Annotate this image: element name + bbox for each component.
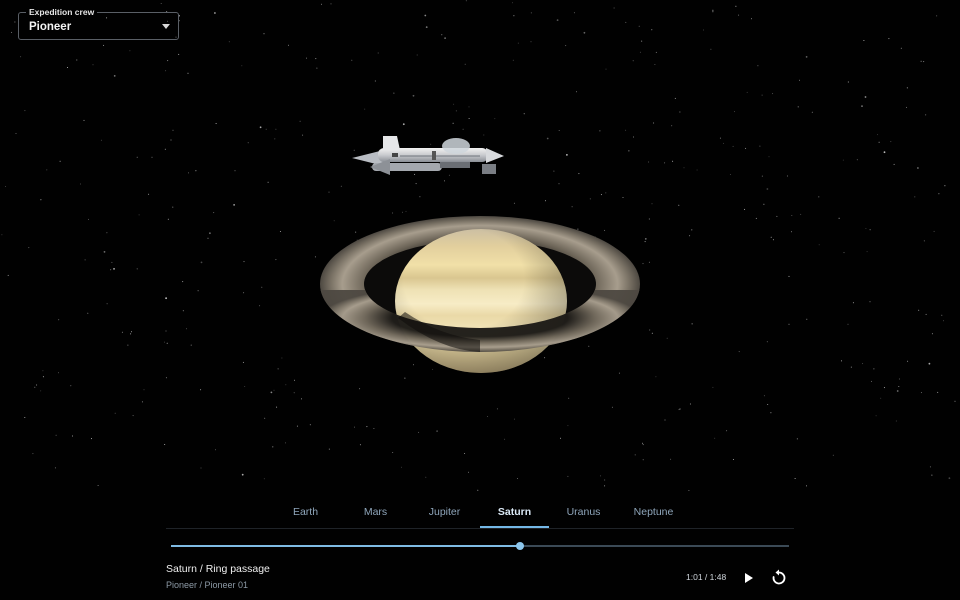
tab-uranus[interactable]: Uranus xyxy=(549,500,618,528)
play-button[interactable] xyxy=(738,568,758,588)
track-title: Saturn / Ring passage xyxy=(166,563,270,575)
progress-fill xyxy=(171,545,520,547)
crew-select-label: Expedition crew xyxy=(26,6,98,18)
tab-jupiter[interactable]: Jupiter xyxy=(410,500,479,528)
expedition-crew-select[interactable]: Expedition crew Pioneer xyxy=(18,6,179,40)
play-icon xyxy=(745,573,753,583)
chevron-down-icon xyxy=(162,24,170,29)
crew-select-value: Pioneer xyxy=(29,21,72,33)
tab-mars[interactable]: Mars xyxy=(341,500,410,528)
track-subtitle: Pioneer / Pioneer 01 xyxy=(166,580,249,590)
spaceship xyxy=(352,136,504,175)
playback-progress-slider[interactable] xyxy=(171,540,789,552)
planet-tabs: Earth Mars Jupiter Saturn Uranus Neptune xyxy=(166,500,794,529)
progress-thumb[interactable] xyxy=(516,542,524,550)
tab-neptune[interactable]: Neptune xyxy=(619,500,688,528)
viewer-stage: Expedition crew Pioneer Earth Mars Jupit… xyxy=(0,0,960,600)
replay-button[interactable] xyxy=(769,568,789,588)
tab-earth[interactable]: Earth xyxy=(271,500,340,528)
replay-icon xyxy=(772,569,786,585)
time-readout: 1:01 / 1:48 xyxy=(686,572,727,582)
tab-saturn[interactable]: Saturn xyxy=(480,500,549,528)
